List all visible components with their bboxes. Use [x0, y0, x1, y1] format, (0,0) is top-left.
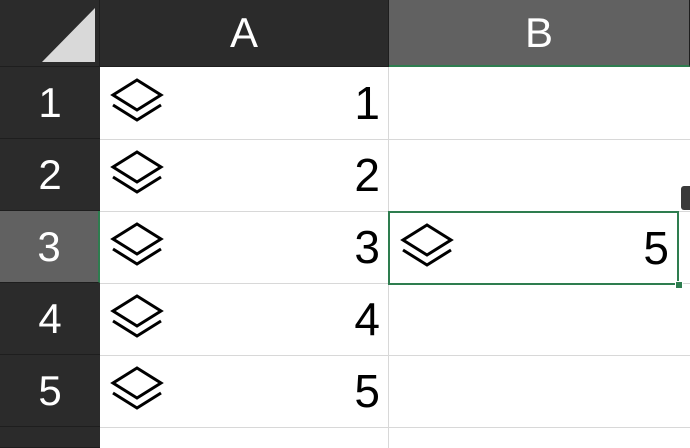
row-header-6-partial[interactable] [0, 427, 100, 448]
cell-value: 1 [354, 77, 380, 129]
column-header-label: A [229, 9, 258, 56]
layers-icon [108, 221, 166, 273]
row-header-label: 3 [37, 222, 61, 270]
cell-value: 5 [354, 365, 380, 417]
row-header-2[interactable]: 2 [0, 139, 100, 211]
cell-value: 5 [643, 222, 669, 274]
cell-a4[interactable]: 4 [100, 283, 388, 355]
row-header-3[interactable]: 3 [0, 211, 100, 283]
select-all-triangle-icon [42, 8, 95, 62]
row-header-label: 2 [38, 150, 62, 198]
cell-a5[interactable]: 5 [100, 355, 388, 427]
cell-grid: 1 2 3 4 5 5 [100, 67, 690, 448]
column-header-a[interactable]: A [100, 0, 389, 67]
layers-icon [108, 149, 166, 201]
cell-value: 3 [354, 221, 380, 273]
select-all-button[interactable] [0, 0, 100, 67]
layers-icon [398, 222, 456, 274]
row-header-label: 5 [38, 366, 62, 414]
row-header-label: 4 [38, 294, 62, 342]
row-header-4[interactable]: 4 [0, 283, 100, 355]
fill-handle[interactable] [675, 281, 683, 289]
spreadsheet: A B 1 2 3 4 5 1 2 3 4 5 5 [0, 0, 690, 448]
cell-a3[interactable]: 3 [100, 211, 388, 283]
layers-icon [108, 77, 166, 129]
column-header-label: B [524, 8, 553, 56]
column-header-b[interactable]: B [389, 0, 690, 67]
cell-value: 4 [354, 293, 380, 345]
layers-icon [108, 365, 166, 417]
cell-a1[interactable]: 1 [100, 67, 388, 139]
row-header-5[interactable]: 5 [0, 355, 100, 427]
side-panel-tab[interactable] [681, 186, 690, 210]
row-header-label: 1 [38, 78, 62, 126]
cell-b3[interactable]: 5 [388, 211, 679, 285]
cell-a2[interactable]: 2 [100, 139, 388, 211]
row-divider [100, 427, 690, 428]
row-header-1[interactable]: 1 [0, 67, 100, 139]
cell-value: 2 [354, 149, 380, 201]
layers-icon [108, 293, 166, 345]
